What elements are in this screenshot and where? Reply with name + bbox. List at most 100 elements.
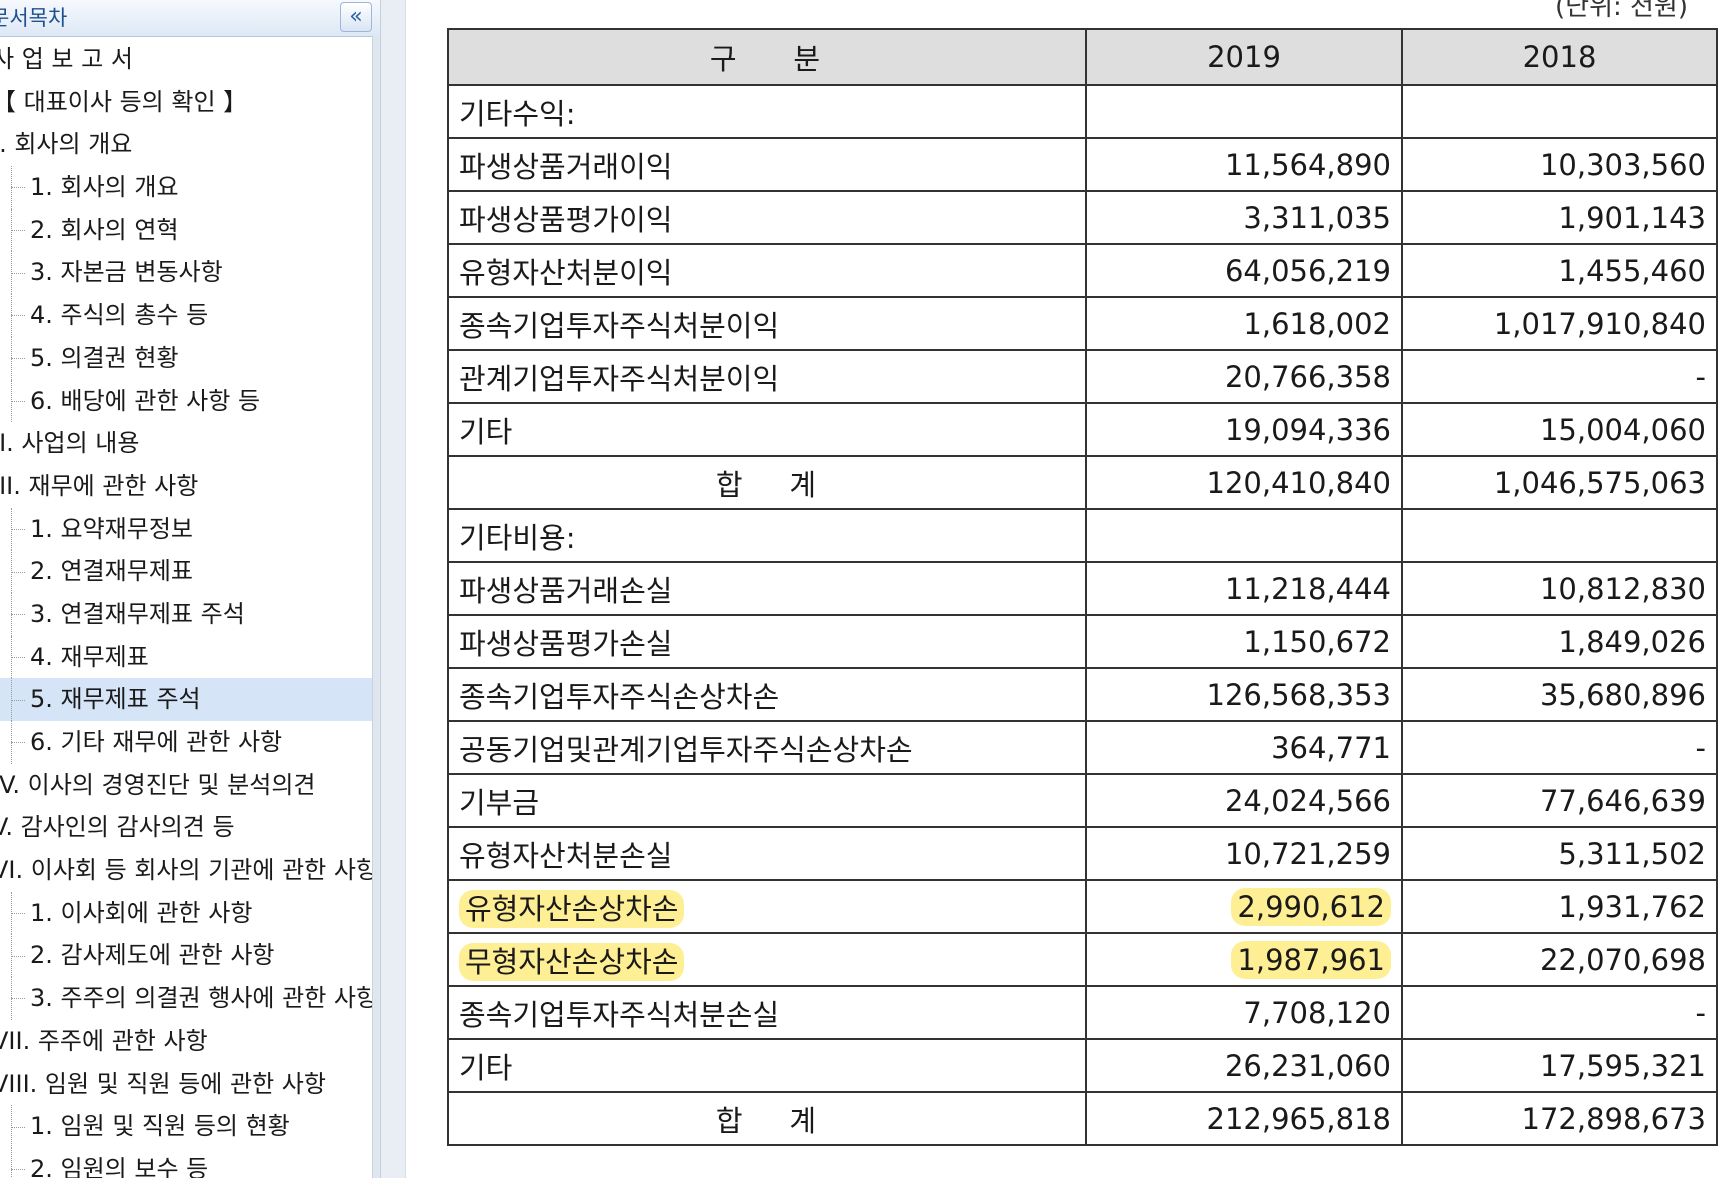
toc-item[interactable]: 3. 연결재무제표 주석 bbox=[0, 592, 372, 636]
value-2019: 2,990,612 bbox=[1231, 887, 1391, 926]
value-2018-cell: - bbox=[1401, 985, 1718, 1040]
value-2019: 10,721,259 bbox=[1224, 836, 1391, 871]
row-label-cell: 유형자산처분손실 bbox=[447, 826, 1087, 881]
collapse-sidebar-button[interactable]: « bbox=[340, 2, 372, 32]
toc-item[interactable]: 6. 기타 재무에 관한 사항 bbox=[0, 721, 372, 764]
row-label: 공동기업및관계기업투자주식손상차손 bbox=[459, 732, 913, 767]
value-2018: 1,017,910,840 bbox=[1493, 306, 1706, 341]
value-2018-cell bbox=[1401, 508, 1718, 563]
toc-item[interactable]: II. 사업의 내용 bbox=[0, 422, 372, 465]
value-2018: 1,849,026 bbox=[1558, 624, 1706, 659]
toc-item[interactable]: 2. 감사제도에 관한 사항 bbox=[0, 934, 372, 977]
table-row: 합 계 212,965,818 172,898,673 bbox=[447, 1091, 1718, 1146]
value-2018: 1,046,575,063 bbox=[1493, 465, 1706, 500]
table-row: 관계기업투자주식처분이익 20,766,358 - bbox=[447, 349, 1718, 404]
toc-item[interactable]: VII. 주주에 관한 사항 bbox=[0, 1020, 372, 1063]
row-label-cell: 기타수익: bbox=[447, 84, 1087, 139]
value-2019-cell: 364,771 bbox=[1085, 720, 1403, 775]
value-2019: 20,766,358 bbox=[1224, 359, 1391, 394]
toc-item[interactable]: 2. 임원의 보수 등 bbox=[0, 1147, 372, 1178]
toc-item-label: VIII. 임원 및 직원 등에 관한 사항 bbox=[0, 1069, 326, 1098]
toc-item[interactable]: 5. 의결권 현황 bbox=[0, 336, 372, 380]
sidebar-scrollbar[interactable] bbox=[372, 36, 380, 1178]
row-label: 유형자산처분손실 bbox=[459, 838, 673, 873]
row-label-cell: 파생상품평가이익 bbox=[447, 190, 1087, 245]
toc-item[interactable]: 1. 요약재무정보 bbox=[0, 507, 372, 551]
table-row: 기부금 24,024,566 77,646,639 bbox=[447, 773, 1718, 828]
table-row: 유형자산손상차손 2,990,612 1,931,762 bbox=[447, 879, 1718, 934]
toc-item[interactable]: 6. 배당에 관한 사항 등 bbox=[0, 379, 372, 423]
header-category: 구 분 bbox=[447, 28, 1087, 86]
toc-item[interactable]: 2. 회사의 연혁 bbox=[0, 208, 372, 252]
value-2019-cell bbox=[1085, 84, 1403, 139]
toc-item[interactable]: 4. 주식의 총수 등 bbox=[0, 294, 372, 337]
toc-header: 문서목차 « bbox=[0, 0, 380, 37]
toc-item[interactable]: 3. 주주의 의결권 행사에 관한 사항 bbox=[0, 977, 378, 1020]
toc-title: 문서목차 bbox=[0, 6, 68, 30]
table-row: 기타 19,094,336 15,004,060 bbox=[447, 402, 1718, 457]
toc-item-label: 사 업 보 고 서 bbox=[0, 45, 133, 73]
row-label-cell: 관계기업투자주식처분이익 bbox=[447, 349, 1087, 404]
toc-item[interactable]: VIII. 임원 및 직원 등에 관한 사항 bbox=[0, 1063, 372, 1106]
financial-table: 구 분 2019 2018 기타수익: 파생상품거래이익 11,564,890 10,… bbox=[447, 28, 1718, 1146]
table-row: 파생상품평가손실 1,150,672 1,849,026 bbox=[447, 614, 1718, 669]
value-2019-cell: 212,965,818 bbox=[1085, 1091, 1403, 1146]
toc-item-label: 4. 주식의 총수 등 bbox=[30, 301, 209, 330]
value-2019-cell: 20,766,358 bbox=[1085, 349, 1403, 404]
toc-item[interactable]: 1. 이사회에 관한 사항 bbox=[0, 891, 372, 935]
toc-item[interactable]: 4. 재무제표 bbox=[0, 635, 372, 679]
toc-item[interactable]: 3. 자본금 변동사항 bbox=[0, 251, 372, 294]
row-label-cell: 종속기업투자주식처분이익 bbox=[447, 296, 1087, 351]
value-2018: 77,646,639 bbox=[1539, 783, 1706, 818]
value-2019: 19,094,336 bbox=[1224, 412, 1391, 447]
row-label: 종속기업투자주식처분이익 bbox=[459, 308, 780, 343]
pane-splitter[interactable] bbox=[380, 0, 406, 1178]
value-2019-cell: 126,568,353 bbox=[1085, 667, 1403, 722]
value-2018-cell: 10,303,560 bbox=[1401, 137, 1718, 192]
row-label-cell: 기부금 bbox=[447, 773, 1087, 828]
toc-item[interactable]: I. 회사의 개요 bbox=[0, 123, 372, 166]
value-2019-cell: 120,410,840 bbox=[1085, 455, 1403, 510]
value-2018-cell bbox=[1401, 84, 1718, 139]
toc-item[interactable]: IV. 이사의 경영진단 및 분석의견 bbox=[0, 764, 372, 807]
value-2019: 26,231,060 bbox=[1224, 1048, 1391, 1083]
toc-item-label: III. 재무에 관한 사항 bbox=[0, 471, 199, 500]
row-label-cell: 유형자산손상차손 bbox=[447, 879, 1087, 934]
value-2019: 212,965,818 bbox=[1206, 1101, 1392, 1136]
row-label: 유형자산손상차손 bbox=[459, 889, 685, 928]
double-chevron-left-icon: « bbox=[349, 4, 363, 29]
value-2019-cell: 1,987,961 bbox=[1085, 932, 1403, 987]
row-label: 합 계 bbox=[715, 467, 819, 502]
header-2018: 2018 bbox=[1401, 28, 1718, 86]
value-2018-cell: 77,646,639 bbox=[1401, 773, 1718, 828]
value-2019: 3,311,035 bbox=[1243, 200, 1391, 235]
value-2019: 7,708,120 bbox=[1243, 995, 1391, 1030]
toc-item[interactable]: III. 재무에 관한 사항 bbox=[0, 465, 372, 508]
row-label: 종속기업투자주식처분손실 bbox=[459, 997, 780, 1032]
table-row: 파생상품거래손실 11,218,444 10,812,830 bbox=[447, 561, 1718, 616]
toc-item[interactable]: 【 대표이사 등의 확인 】 bbox=[0, 81, 372, 124]
row-label: 무형자산손상차손 bbox=[459, 942, 685, 981]
toc-item[interactable]: V. 감사인의 감사의견 등 bbox=[0, 806, 372, 849]
value-2018-cell: 1,455,460 bbox=[1401, 243, 1718, 298]
toc-item-label: 4. 재무제표 bbox=[30, 642, 149, 671]
toc-item[interactable]: 1. 임원 및 직원 등의 현황 bbox=[0, 1105, 372, 1148]
table-row: 기타비용: bbox=[447, 508, 1718, 563]
value-2019-cell: 11,564,890 bbox=[1085, 137, 1403, 192]
toc-item[interactable]: 사 업 보 고 서 bbox=[0, 38, 372, 81]
value-2018-cell: - bbox=[1401, 720, 1718, 775]
toc-item-label: I. 회사의 개요 bbox=[0, 130, 133, 159]
value-2018-cell: 172,898,673 bbox=[1401, 1091, 1718, 1146]
row-label-cell: 기타 bbox=[447, 1038, 1087, 1093]
row-label-cell: 합 계 bbox=[447, 455, 1087, 510]
toc-item[interactable]: 2. 연결재무제표 bbox=[0, 550, 372, 593]
toc-item[interactable]: VI. 이사회 등 회사의 기관에 관한 사항 bbox=[0, 849, 378, 892]
table-row: 종속기업투자주식처분손실 7,708,120 - bbox=[447, 985, 1718, 1040]
row-label-cell: 유형자산처분이익 bbox=[447, 243, 1087, 298]
table-row: 종속기업투자주식처분이익 1,618,002 1,017,910,840 bbox=[447, 296, 1718, 351]
value-2018: - bbox=[1695, 359, 1706, 394]
toc-item[interactable]: 5. 재무제표 주석 bbox=[0, 678, 372, 721]
toc-item[interactable]: 1. 회사의 개요 bbox=[0, 166, 372, 209]
row-label-cell: 종속기업투자주식손상차손 bbox=[447, 667, 1087, 722]
value-2018-cell: 1,017,910,840 bbox=[1401, 296, 1718, 351]
